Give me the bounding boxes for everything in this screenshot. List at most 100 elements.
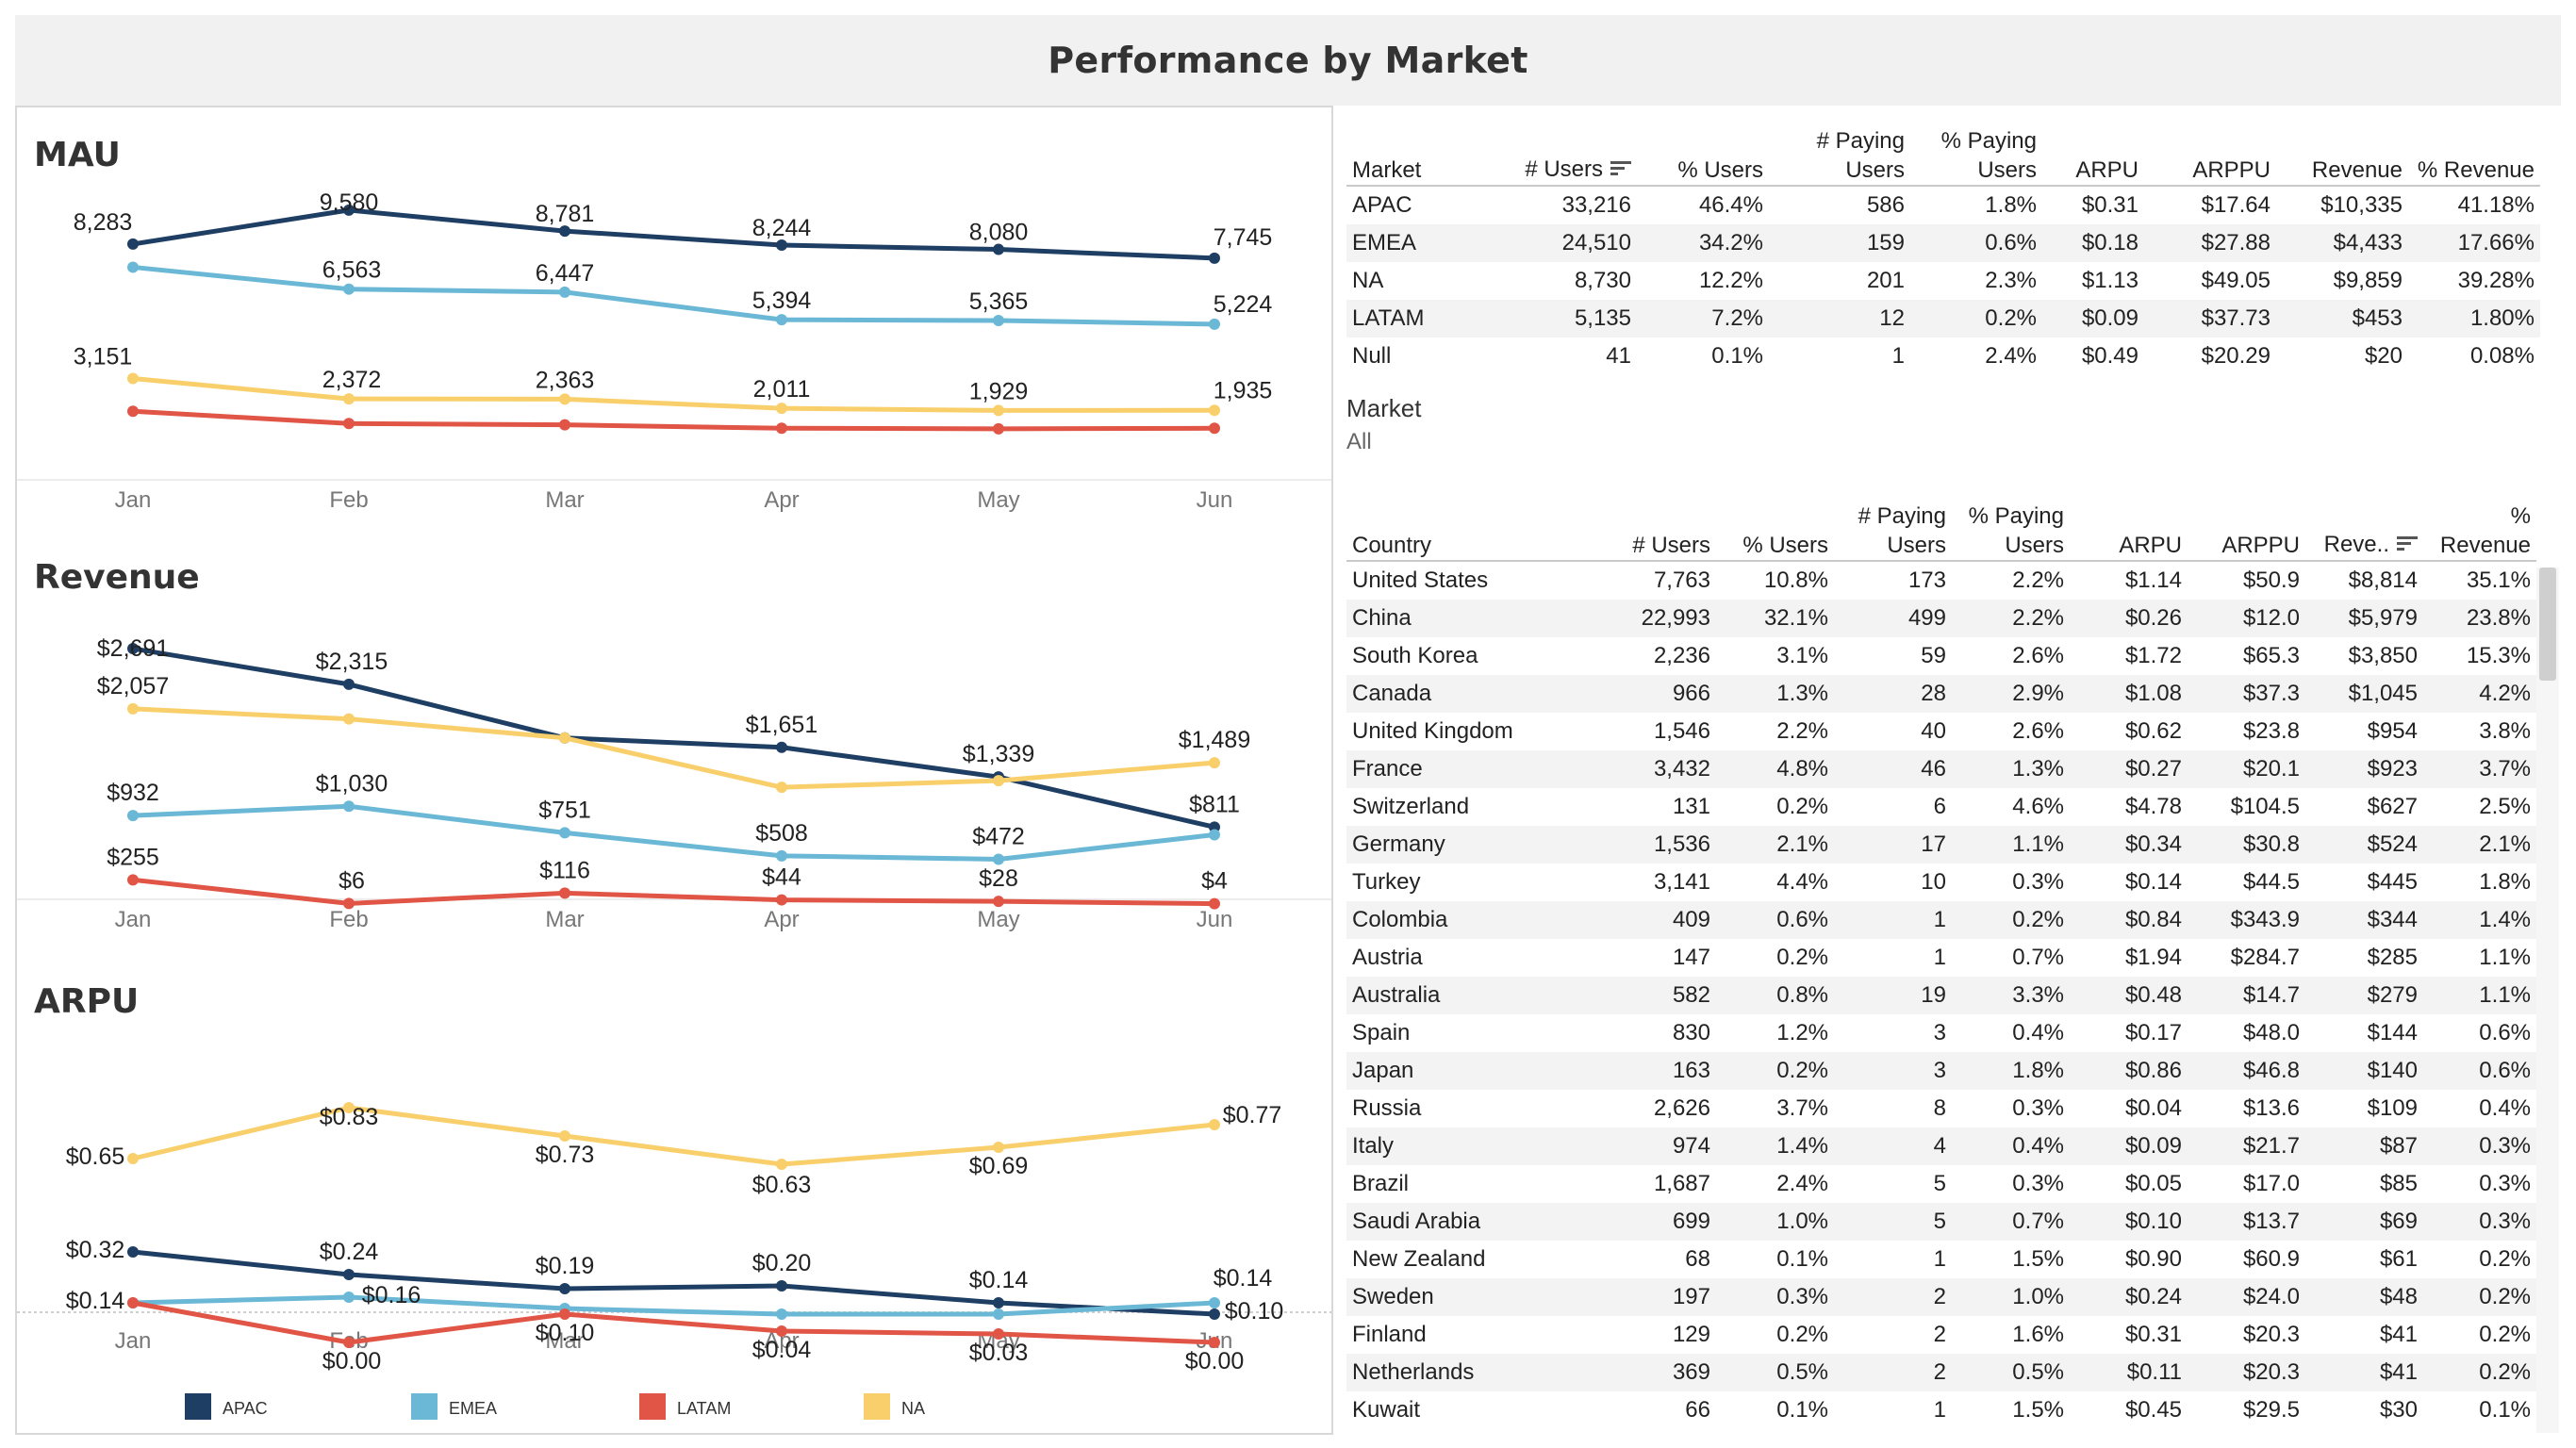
table-cell: $0.11: [2126, 1359, 2182, 1385]
table-cell: 0.4%: [2012, 1133, 2064, 1159]
column-header[interactable]: Market: [1346, 156, 1488, 185]
table-row[interactable]: Finland 129 0.2% 2 1.6% $0.31 $20.3 $41 0.2%: [1346, 1316, 2536, 1354]
column-header[interactable]: % Revenue: [2408, 156, 2540, 185]
column-header[interactable]: ARPPU: [2144, 156, 2276, 185]
table-row[interactable]: Switzerland 131 0.2% 6 4.6% $4.78 $104.5 $627 2.…: [1346, 788, 2536, 826]
arpu-point-apac: [559, 1283, 570, 1294]
table-row[interactable]: Kuwait 66 0.1% 1 1.5% $0.45 $29.5 $30 0.1%: [1346, 1391, 2536, 1429]
arpu-data-label: $0.63: [752, 1172, 812, 1198]
table-cell: 2.9%: [2012, 681, 2064, 706]
sort-icon[interactable]: [2397, 531, 2418, 560]
table-cell: $20.1: [2242, 756, 2300, 782]
table-cell: 0.3%: [1776, 1284, 1828, 1309]
table-row[interactable]: NA 8,730 12.2% 201 2.3% $1.13 $49.05 $9,859 39.2…: [1346, 262, 2540, 300]
revenue-data-label: $2,691: [97, 635, 169, 662]
column-header-label: # Paying Users: [1858, 503, 1946, 558]
row-label: South Korea: [1352, 643, 1478, 668]
column-header[interactable]: ARPU: [2070, 531, 2188, 560]
column-header[interactable]: # Paying Users: [1769, 126, 1910, 185]
row-label: Saudi Arabia: [1352, 1209, 1481, 1234]
table-row[interactable]: Sweden 197 0.3% 2 1.0% $0.24 $24.0 $48 0.2%: [1346, 1278, 2536, 1316]
column-header-label: # Paying Users: [1816, 128, 1905, 183]
row-label: Austria: [1352, 945, 1423, 970]
arpu-point-emea: [993, 1308, 1004, 1320]
table-row[interactable]: Australia 582 0.8% 19 3.3% $0.48 $14.7 $279 1.1%: [1346, 977, 2536, 1014]
table-row[interactable]: Brazil 1,687 2.4% 5 0.3% $0.05 $17.0 $85 0.3%: [1346, 1165, 2536, 1203]
table-row[interactable]: United States 7,763 10.8% 173 2.2% $1.14 $50.9…: [1346, 562, 2536, 600]
column-header[interactable]: % Paying Users: [1910, 126, 2042, 185]
table-row[interactable]: LATAM 5,135 7.2% 12 0.2% $0.09 $37.73 $453 1.80%: [1346, 300, 2540, 337]
table-row[interactable]: United Kingdom 1,546 2.2% 40 2.6% $0.62 $23.8 $…: [1346, 713, 2536, 750]
table-cell: 6: [1933, 794, 1946, 819]
column-header[interactable]: ARPPU: [2188, 531, 2305, 560]
table-cell: $17.64: [2201, 192, 2271, 218]
table-cell: 0.2%: [2479, 1322, 2531, 1347]
table-cell: 0.2%: [1776, 1058, 1828, 1083]
market-filter[interactable]: Market All: [1346, 394, 1421, 455]
column-header[interactable]: # Users: [1488, 155, 1637, 185]
table-row[interactable]: France 3,432 4.8% 46 1.3% $0.27 $20.1 $923 3.7%: [1346, 750, 2536, 788]
table-row[interactable]: South Korea 2,236 3.1% 59 2.6% $1.72 $65.3 $3,8…: [1346, 637, 2536, 675]
table-row[interactable]: Spain 830 1.2% 3 0.4% $0.17 $48.0 $144 0.6%: [1346, 1014, 2536, 1052]
table-cell: 0.08%: [2469, 343, 2535, 369]
table-cell: 0.5%: [2012, 1359, 2064, 1385]
column-header[interactable]: % Revenue: [2423, 502, 2536, 560]
arpu-data-label: $0.00: [1185, 1348, 1245, 1374]
table-cell: 2.1%: [2479, 831, 2531, 857]
arpu-data-label: $0.69: [969, 1153, 1029, 1179]
table-row[interactable]: Canada 966 1.3% 28 2.9% $1.08 $37.3 $1,045 4.2%: [1346, 675, 2536, 713]
revenue-data-label: $1,489: [1179, 727, 1250, 753]
table-cell: 1.6%: [2012, 1322, 2064, 1347]
table-cell: 0.7%: [2012, 1209, 2064, 1234]
column-header[interactable]: % Paying Users: [1952, 502, 2070, 560]
column-header[interactable]: Revenue: [2276, 156, 2408, 185]
table-row[interactable]: Saudi Arabia 699 1.0% 5 0.7% $0.10 $13.7 $69 0.3…: [1346, 1203, 2536, 1241]
table-row[interactable]: Colombia 409 0.6% 1 0.2% $0.84 $343.9 $344 1.4%: [1346, 901, 2536, 939]
column-header[interactable]: # Users: [1593, 531, 1716, 560]
table-row[interactable]: Japan 163 0.2% 3 1.8% $0.86 $46.8 $140 0.6%: [1346, 1052, 2536, 1090]
table-cell: 409: [1672, 907, 1710, 932]
table-row[interactable]: Null 41 0.1% 1 2.4% $0.49 $20.29 $20 0.08%: [1346, 337, 2540, 375]
column-header[interactable]: Reve..: [2305, 530, 2423, 560]
table-row[interactable]: EMEA 24,510 34.2% 159 0.6% $0.18 $27.88 $4,433 1…: [1346, 224, 2540, 262]
revenue-month-label: Apr: [764, 907, 799, 932]
column-header[interactable]: % Users: [1716, 531, 1834, 560]
revenue-point-latam: [776, 894, 787, 906]
table-row[interactable]: China 22,993 32.1% 499 2.2% $0.26 $12.0 $5,979 2…: [1346, 600, 2536, 637]
page-title: Performance by Market: [1048, 40, 1528, 81]
column-header[interactable]: # Paying Users: [1834, 502, 1952, 560]
table-row[interactable]: Germany 1,536 2.1% 17 1.1% $0.34 $30.8 $524 2.1%: [1346, 826, 2536, 864]
table-row[interactable]: Turkey 3,141 4.4% 10 0.3% $0.14 $44.5 $445 1.8%: [1346, 864, 2536, 901]
table-row[interactable]: Austria 147 0.2% 1 0.7% $1.94 $284.7 $285 1.1%: [1346, 939, 2536, 977]
table-row[interactable]: APAC 33,216 46.4% 586 1.8% $0.31 $17.64 $10,335…: [1346, 187, 2540, 224]
sort-icon[interactable]: [1610, 156, 1631, 185]
column-header[interactable]: ARPU: [2042, 156, 2144, 185]
table-cell: 10: [1921, 869, 1946, 895]
table-cell: 0.3%: [2012, 869, 2064, 895]
table-row[interactable]: Russia 2,626 3.7% 8 0.3% $0.04 $13.6 $109 0.4%: [1346, 1090, 2536, 1127]
table-row[interactable]: Italy 974 1.4% 4 0.4% $0.09 $21.7 $87 0.3%: [1346, 1127, 2536, 1165]
row-label: Colombia: [1352, 907, 1448, 932]
column-header[interactable]: Country: [1346, 531, 1593, 560]
table-cell: $8,814: [2348, 568, 2418, 593]
revenue-data-label: $811: [1189, 791, 1240, 817]
table-cell: 131: [1672, 794, 1710, 819]
mau-point-emea: [993, 314, 1004, 326]
table-cell: 0.1%: [1776, 1246, 1828, 1272]
table-row[interactable]: New Zealand 68 0.1% 1 1.5% $0.90 $60.9 $61 0.2%: [1346, 1241, 2536, 1278]
market-filter-value[interactable]: All: [1346, 429, 1421, 455]
table-cell: 2: [1933, 1359, 1946, 1385]
scrollbar-thumb[interactable]: [2539, 568, 2556, 681]
column-header-label: % Revenue: [2439, 503, 2531, 558]
table-cell: 0.6%: [2479, 1058, 2531, 1083]
table-row[interactable]: Netherlands 369 0.5% 2 0.5% $0.11 $20.3 $41 0.2%: [1346, 1354, 2536, 1391]
table-cell: $0.27: [2124, 756, 2182, 782]
table-cell: $20: [2364, 343, 2403, 369]
table-cell: $104.5: [2230, 794, 2300, 819]
charts-panel: MAU Jan Feb Mar Apr May Jun 8,283 9,580 8,781 8,24…: [15, 106, 1333, 1435]
country-table-scrollbar[interactable]: [2536, 568, 2559, 1433]
column-header-label: % Users: [1742, 533, 1828, 558]
column-header[interactable]: % Users: [1637, 156, 1769, 185]
table-cell: 10.8%: [1763, 568, 1828, 593]
table-cell: $29.5: [2242, 1397, 2300, 1423]
